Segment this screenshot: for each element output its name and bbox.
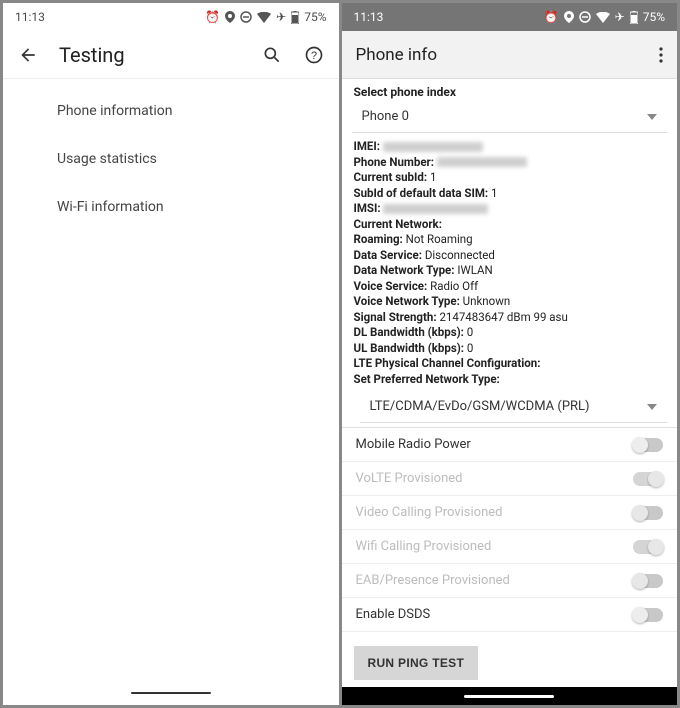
switch-icon[interactable] xyxy=(633,608,663,622)
phone-index-dropdown[interactable]: Phone 0 xyxy=(352,101,668,133)
alarm-icon: ⏰ xyxy=(205,10,220,24)
battery-percent: 75% xyxy=(643,10,665,24)
current-subid-row: Current subId: 1 xyxy=(354,170,666,186)
dl-bandwidth-row: DL Bandwidth (kbps): 0 xyxy=(354,325,666,341)
home-indicator[interactable] xyxy=(3,681,339,705)
switch-icon xyxy=(633,472,663,486)
menu-item-phone-info[interactable]: Phone information xyxy=(3,87,339,135)
alarm-icon: ⏰ xyxy=(544,10,559,24)
wifi-icon xyxy=(596,12,610,23)
left-phone: 11:13 ⏰ ✈ 75% Testing ? xyxy=(3,3,339,705)
status-icons: ⏰ ✈ 75% xyxy=(205,10,326,24)
phone-info-body: Select phone index Phone 0 IMEI: Phone N… xyxy=(342,79,678,687)
toggle-dsds[interactable]: Enable DSDS xyxy=(342,598,678,632)
airplane-icon: ✈ xyxy=(276,10,286,24)
redacted-value xyxy=(383,204,488,214)
menu-item-wifi-info[interactable]: Wi-Fi information xyxy=(3,183,339,231)
select-phone-index-label: Select phone index xyxy=(342,79,678,99)
chevron-down-icon xyxy=(647,114,657,120)
toggle-wifi-calling: Wifi Calling Provisioned xyxy=(342,530,678,564)
wifi-icon xyxy=(257,12,271,23)
voice-service-row: Voice Service: Radio Off xyxy=(354,279,666,295)
signal-strength-row: Signal Strength: 2147483647 dBm 99 asu xyxy=(354,310,666,326)
preferred-network-dropdown[interactable]: LTE/CDMA/EvDo/GSM/WCDMA (PRL) xyxy=(360,391,668,423)
redacted-value xyxy=(437,157,527,167)
toggle-volte: VoLTE Provisioned xyxy=(342,462,678,496)
subid-default-row: SubId of default data SIM: 1 xyxy=(354,186,666,202)
app-bar: Testing ? xyxy=(3,31,339,79)
menu-item-usage-stats[interactable]: Usage statistics xyxy=(3,135,339,183)
back-icon[interactable] xyxy=(17,44,39,66)
status-time: 11:13 xyxy=(15,10,45,24)
info-fields: IMEI: Phone Number: Current subId: 1 Sub… xyxy=(342,137,678,389)
switch-icon xyxy=(633,506,663,520)
preferred-network-value: LTE/CDMA/EvDo/GSM/WCDMA (PRL) xyxy=(370,399,590,414)
toggle-eab: EAB/Presence Provisioned xyxy=(342,564,678,598)
status-icons: ⏰ ✈ 75% xyxy=(544,10,665,24)
testing-menu: Phone information Usage statistics Wi-Fi… xyxy=(3,79,339,239)
roaming-row: Roaming: Not Roaming xyxy=(354,232,666,248)
location-icon xyxy=(225,11,235,23)
chevron-down-icon xyxy=(647,404,657,410)
redacted-value xyxy=(383,142,483,152)
pref-net-label: Set Preferred Network Type: xyxy=(354,372,666,388)
data-network-type-row: Data Network Type: IWLAN xyxy=(354,263,666,279)
nav-bar[interactable] xyxy=(342,687,678,705)
toggle-video-calling: Video Calling Provisioned xyxy=(342,496,678,530)
lte-phys-row: LTE Physical Channel Configuration: xyxy=(354,356,666,372)
overflow-icon[interactable] xyxy=(659,47,663,63)
battery-icon xyxy=(630,11,638,24)
switch-icon xyxy=(633,540,663,554)
dnd-icon xyxy=(240,11,252,23)
imsi-row: IMSI: xyxy=(354,201,666,217)
ul-bandwidth-row: UL Bandwidth (kbps): 0 xyxy=(354,341,666,357)
current-network-row: Current Network: xyxy=(354,217,666,233)
voice-network-type-row: Voice Network Type: Unknown xyxy=(354,294,666,310)
phone-index-value: Phone 0 xyxy=(362,109,409,124)
battery-icon xyxy=(291,11,299,24)
toggles-section: Mobile Radio Power VoLTE Provisioned Vid… xyxy=(342,427,678,632)
location-icon xyxy=(564,11,574,23)
dnd-icon xyxy=(579,11,591,23)
status-bar: 11:13 ⏰ ✈ 75% xyxy=(3,3,339,31)
help-icon[interactable]: ? xyxy=(303,44,325,66)
airplane-icon: ✈ xyxy=(615,10,625,24)
toggle-mobile-radio[interactable]: Mobile Radio Power xyxy=(342,428,678,462)
phone-number-row: Phone Number: xyxy=(354,155,666,171)
battery-percent: 75% xyxy=(304,10,326,24)
svg-text:?: ? xyxy=(310,50,316,62)
app-bar: Phone info xyxy=(342,31,678,79)
status-time: 11:13 xyxy=(354,10,384,24)
switch-icon xyxy=(633,574,663,588)
status-bar: 11:13 ⏰ ✈ 75% xyxy=(342,3,678,31)
imei-row: IMEI: xyxy=(354,139,666,155)
page-title: Phone info xyxy=(356,45,640,65)
page-title: Testing xyxy=(59,43,241,67)
data-service-row: Data Service: Disconnected xyxy=(354,248,666,264)
run-ping-button[interactable]: RUN PING TEST xyxy=(354,646,479,680)
switch-icon[interactable] xyxy=(633,438,663,452)
right-phone: 11:13 ⏰ ✈ 75% Phone info Select phone in… xyxy=(342,3,678,705)
search-icon[interactable] xyxy=(261,44,283,66)
